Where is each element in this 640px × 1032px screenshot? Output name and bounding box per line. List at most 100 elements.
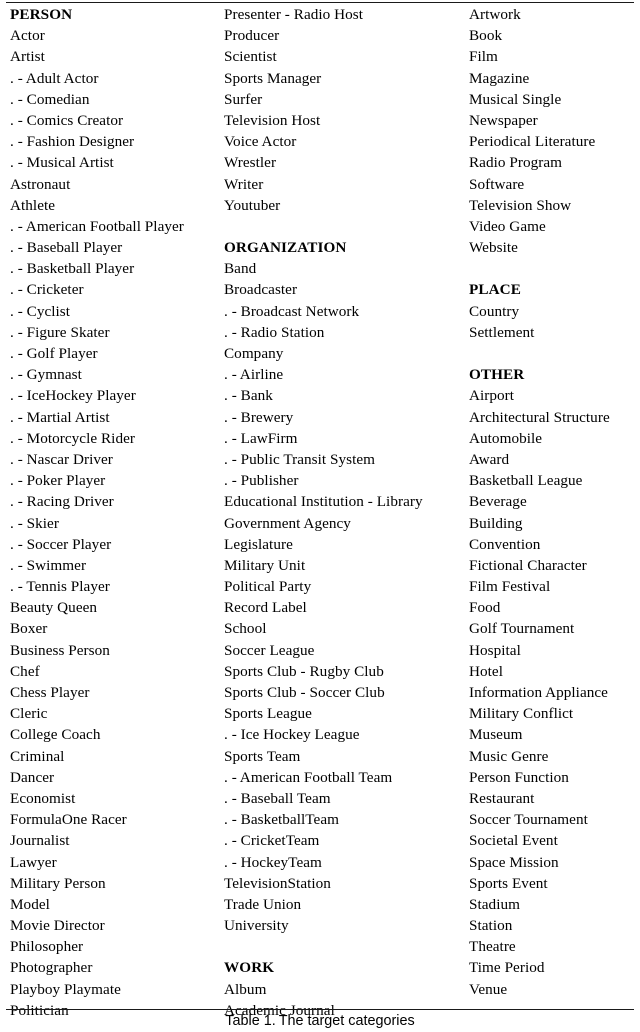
category-item: Astronaut <box>10 175 71 193</box>
table-column-1: PERSON Actor Artist . - Adult Actor . - Come… <box>10 4 222 1021</box>
table-bottom-rule <box>6 1009 634 1010</box>
category-item: . - Radio Station <box>224 323 325 341</box>
table-column-3: Artwork Book Film Magazine Musical Single New… <box>469 4 639 1000</box>
category-item: Radio Program <box>469 154 563 172</box>
category-item: . - Musical Artist <box>10 154 114 172</box>
category-item: Architectural Structure <box>469 408 610 426</box>
row-spacer <box>469 258 639 279</box>
category-item: Journalist <box>10 832 70 850</box>
category-item: Sports Club - Soccer Club <box>224 684 385 701</box>
category-item: . - Soccer Player <box>10 535 112 553</box>
category-item: Societal Event <box>469 832 558 850</box>
category-item: Automobile <box>469 429 543 447</box>
category-group-heading: PLACE <box>469 281 521 299</box>
category-item: Producer <box>224 27 280 45</box>
caption-text: The target categories <box>278 1013 415 1029</box>
category-item: . - Brewery <box>224 408 294 426</box>
category-item: Country <box>469 302 520 320</box>
category-item: Album <box>224 980 267 998</box>
category-item: . - Publisher <box>224 472 299 490</box>
category-item: . - Cyclist <box>10 302 71 320</box>
category-item: Band <box>224 260 257 278</box>
category-item: Theatre <box>469 938 516 956</box>
category-item: Record Label <box>224 599 307 617</box>
category-item: Artist <box>10 48 45 66</box>
category-item: Cleric <box>10 705 48 723</box>
category-item: . - Golf Player <box>10 345 98 362</box>
category-item: Sports Manager <box>224 69 322 87</box>
category-item: Artwork <box>469 6 521 23</box>
category-item: Newspaper <box>469 111 538 129</box>
category-item: Software <box>469 175 525 193</box>
category-item: Scientist <box>224 48 277 66</box>
category-item: Musical Single <box>469 90 562 108</box>
category-item: . - Swimmer <box>10 556 87 574</box>
category-item: Sports League <box>224 705 312 723</box>
table-column-2: Presenter - Radio Host Producer Scientist S… <box>224 4 467 1021</box>
category-item: Film <box>469 48 498 66</box>
category-item: Basketball League <box>469 472 583 490</box>
category-item: University <box>224 917 289 935</box>
table-body: PERSON Actor Artist . - Adult Actor . - Come… <box>0 4 640 1019</box>
category-item: Website <box>469 239 518 257</box>
category-item: Settlement <box>469 323 535 341</box>
category-item: . - Adult Actor <box>10 69 99 87</box>
category-item: . - Ice Hockey League <box>224 726 360 744</box>
category-item: TelevisionStation <box>224 874 331 892</box>
category-item: . - HockeyTeam <box>224 853 322 871</box>
category-item: Educational Institution - Library <box>224 493 423 511</box>
category-item: . - Poker Player <box>10 472 106 490</box>
category-item: . - IceHockey Player <box>10 387 136 405</box>
category-item: Convention <box>469 535 541 553</box>
category-item: . - American Football Player <box>10 217 184 235</box>
category-item: Lawyer <box>10 853 57 871</box>
caption-number: Table 1. <box>225 1013 276 1029</box>
category-item: Broadcaster <box>224 281 298 299</box>
category-item: Philosopher <box>10 938 84 956</box>
category-item: . - Broadcast Network <box>224 302 360 320</box>
category-item: Book <box>469 27 503 45</box>
category-item: Criminal <box>10 747 65 765</box>
category-item: Hotel <box>469 662 503 680</box>
category-item: Museum <box>469 726 523 744</box>
category-item: Time Period <box>469 959 545 977</box>
category-item: Soccer Tournament <box>469 811 588 829</box>
category-item: . - Tennis Player <box>10 578 110 596</box>
category-item: Boxer <box>10 620 48 638</box>
category-item: Government Agency <box>224 514 351 532</box>
category-item: Chess Player <box>10 684 90 701</box>
row-spacer <box>469 343 639 364</box>
category-group-heading: WORK <box>224 959 275 977</box>
table-caption: Table 1. The target categories <box>0 1011 640 1031</box>
category-item: Political Party <box>224 578 312 596</box>
category-item: Television Host <box>224 111 321 129</box>
category-item: . - Airline <box>224 366 284 384</box>
category-item: Stadium <box>469 895 520 913</box>
category-item: . - Skier <box>10 514 59 532</box>
category-group-heading: OTHER <box>469 366 525 384</box>
category-item: Playboy Playmate <box>10 980 121 998</box>
category-item: . - Gymnast <box>10 366 82 384</box>
category-item: Writer <box>224 175 264 193</box>
category-item: Award <box>469 450 510 468</box>
category-item: Military Conflict <box>469 705 574 723</box>
category-item: Chef <box>10 662 40 680</box>
row-spacer <box>224 936 467 957</box>
category-item: Business Person <box>10 641 110 659</box>
category-item: Station <box>469 917 513 935</box>
category-item: Sports Event <box>469 874 548 892</box>
category-item: . - Cricketer <box>10 281 84 299</box>
category-item: Legislature <box>224 535 293 553</box>
category-item: Film Festival <box>469 578 551 596</box>
category-item: Trade Union <box>224 895 302 913</box>
category-item: . - Bank <box>224 387 273 405</box>
category-item: Beauty Queen <box>10 599 98 617</box>
category-item: Company <box>224 345 284 362</box>
category-item: Beverage <box>469 493 527 511</box>
category-item: Soccer League <box>224 641 315 659</box>
category-item: Information Appliance <box>469 684 608 701</box>
category-item: Voice Actor <box>224 133 297 151</box>
category-item: . - Nascar Driver <box>10 450 113 468</box>
category-item: FormulaOne Racer <box>10 811 127 829</box>
category-item: Movie Director <box>10 917 105 935</box>
